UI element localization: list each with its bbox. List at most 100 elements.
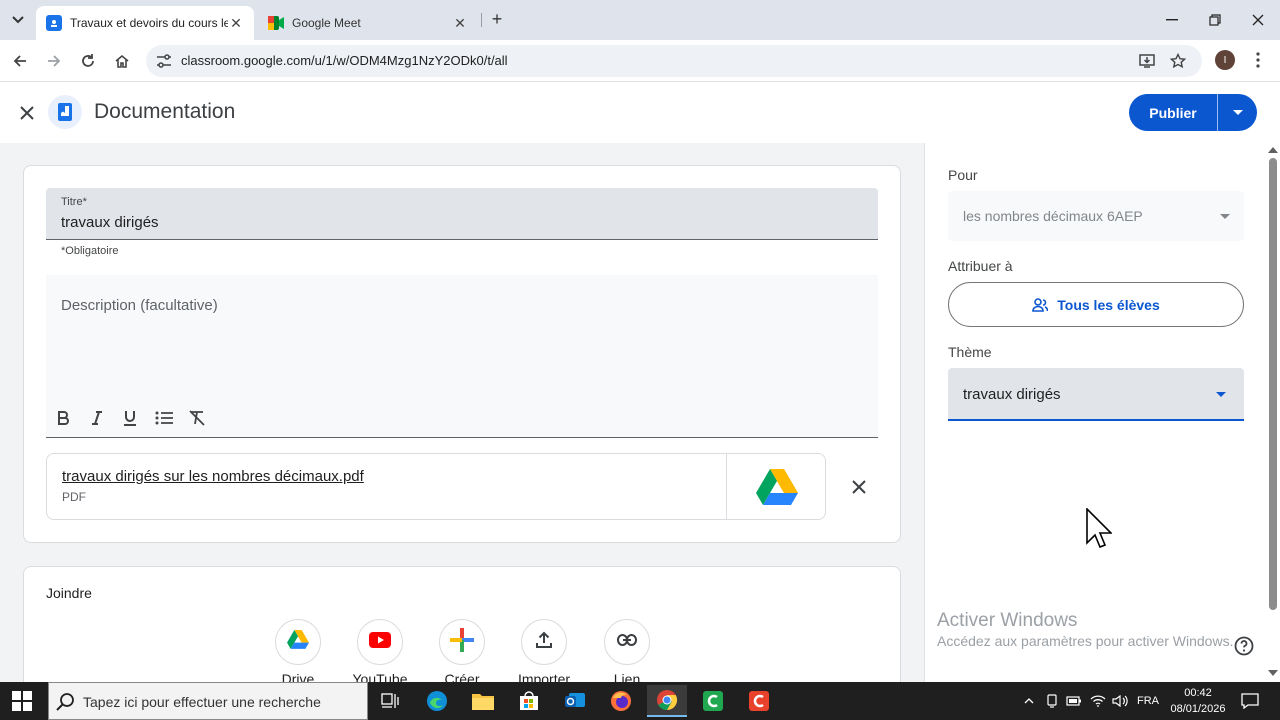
attach-link-button[interactable] (604, 619, 650, 665)
new-tab-plus-icon[interactable]: + (486, 8, 508, 30)
bookmark-star-icon[interactable] (1168, 51, 1188, 71)
url-text[interactable]: classroom.google.com/u/1/w/ODM4Mzg1NzY2O… (181, 53, 508, 68)
tab-close-icon[interactable]: ✕ (228, 15, 244, 32)
attach-youtube-label: YouTube (352, 671, 408, 682)
taskbar-clock[interactable]: 00:42 08/01/2026 (1166, 685, 1230, 717)
scroll-down-arrow-icon[interactable] (1268, 670, 1278, 676)
tab-search-chevron-icon[interactable] (6, 8, 30, 32)
app-header: Documentation Publier (0, 83, 1280, 143)
main-content: Titre* travaux dirigés *Obligatoire Desc… (0, 143, 924, 682)
wifi-icon[interactable] (1088, 682, 1108, 720)
camtasia-green-icon[interactable] (693, 685, 733, 717)
restore-icon[interactable] (1193, 0, 1237, 40)
assign-label: Attribuer à (948, 258, 1013, 274)
mail-icon[interactable] (555, 685, 595, 717)
attach-upload-button[interactable] (521, 619, 567, 665)
firefox-icon[interactable] (601, 685, 641, 717)
chrome-icon[interactable] (647, 685, 687, 717)
clear-formatting-icon[interactable] (185, 406, 209, 430)
attach-create-button[interactable] (439, 619, 485, 665)
file-explorer-icon[interactable] (463, 685, 503, 717)
mouse-cursor-icon (1086, 507, 1113, 553)
site-settings-icon[interactable] (154, 51, 174, 71)
google-drive-icon (287, 629, 309, 655)
microsoft-store-icon[interactable] (509, 685, 549, 717)
theme-select[interactable]: travaux dirigés (948, 368, 1244, 421)
attachment-type: PDF (62, 490, 86, 504)
title-input[interactable]: Titre* travaux dirigés (46, 188, 878, 240)
assign-students-label: Tous les élèves (1057, 296, 1160, 313)
attach-drive-button[interactable] (275, 619, 321, 665)
tab-close-icon[interactable]: ✕ (452, 15, 468, 32)
bold-icon[interactable] (51, 406, 75, 430)
publish-options-dropdown-icon[interactable] (1217, 94, 1257, 131)
volume-icon[interactable] (1110, 682, 1130, 720)
address-bar[interactable]: classroom.google.com/u/1/w/ODM4Mzg1NzY2O… (146, 45, 1202, 77)
edge-browser-icon[interactable] (417, 685, 457, 717)
browser-toolbar: classroom.google.com/u/1/w/ODM4Mzg1NzY2O… (0, 40, 1280, 82)
taskbar-search-placeholder: Tapez ici pour effectuer une recherche (83, 694, 321, 710)
tab-title: Google Meet (292, 16, 361, 30)
publish-button[interactable]: Publier (1129, 94, 1217, 131)
camtasia-red-icon[interactable] (739, 685, 779, 717)
attachment-name[interactable]: travaux dirigés sur les nombres décimaux… (62, 468, 364, 485)
windows-start-icon[interactable] (12, 691, 32, 711)
taskbar-search-input[interactable]: Tapez ici pour effectuer une recherche (48, 682, 368, 720)
reload-icon[interactable] (74, 47, 102, 75)
tab-classroom[interactable]: Travaux et devoirs du cours les nombres … (36, 6, 254, 40)
underline-icon[interactable] (118, 406, 142, 430)
notifications-icon[interactable] (1238, 682, 1262, 720)
create-plus-icon (450, 627, 474, 657)
title-value[interactable]: travaux dirigés (61, 214, 159, 231)
attach-link-label: Lien (613, 671, 641, 682)
material-icon (48, 95, 82, 129)
bulleted-list-icon[interactable] (152, 406, 176, 430)
attach-card: Joindre Drive YouTube Créer Importer Lie… (23, 566, 901, 682)
browser-menu-icon[interactable] (1250, 48, 1266, 72)
italic-icon[interactable] (85, 406, 109, 430)
profile-avatar[interactable]: I (1215, 50, 1235, 70)
description-input[interactable]: Description (facultative) (46, 275, 878, 438)
tab-title: Travaux et devoirs du cours les nombres … (70, 16, 228, 30)
for-label: Pour (948, 167, 978, 183)
activation-watermark-title: Activer Windows (937, 610, 1078, 631)
attach-youtube-button[interactable] (357, 619, 403, 665)
dropdown-caret-icon (1220, 214, 1230, 219)
dropdown-caret-icon (1216, 392, 1226, 397)
attach-drive-label: Drive (281, 671, 315, 682)
class-select[interactable]: les nombres décimaux 6AEP (948, 191, 1244, 241)
install-app-icon[interactable] (1137, 51, 1157, 71)
input-language[interactable]: FRA (1134, 682, 1162, 720)
clock-date: 08/01/2026 (1170, 703, 1226, 715)
tab-google-meet[interactable]: Google Meet ✕ (258, 6, 478, 40)
window-close-icon[interactable] (1236, 0, 1280, 40)
scrollbar-thumb[interactable] (1269, 158, 1277, 610)
back-arrow-icon[interactable] (6, 47, 34, 75)
people-icon (1032, 297, 1049, 312)
classroom-favicon-icon (46, 15, 62, 31)
attachment-card[interactable]: travaux dirigés sur les nombres décimaux… (46, 453, 826, 520)
help-icon[interactable] (1233, 635, 1255, 657)
description-placeholder: Description (facultative) (61, 297, 218, 314)
attach-upload-label: Importer (517, 671, 571, 682)
publish-button-group: Publier (1129, 94, 1257, 131)
assign-students-button[interactable]: Tous les élèves (948, 282, 1244, 327)
meet-favicon-icon (268, 15, 284, 31)
google-drive-icon (726, 454, 825, 519)
forward-arrow-icon[interactable] (40, 47, 68, 75)
task-view-icon[interactable] (370, 685, 410, 717)
scroll-up-arrow-icon[interactable] (1268, 147, 1278, 153)
close-icon[interactable] (14, 100, 40, 126)
home-icon[interactable] (108, 47, 136, 75)
upload-icon (536, 631, 552, 654)
battery-icon[interactable] (1064, 682, 1084, 720)
device-icon[interactable] (1042, 682, 1062, 720)
activation-watermark-text: Accédez aux paramètres pour activer Wind… (937, 633, 1234, 649)
show-hidden-icons-icon[interactable] (1019, 682, 1039, 720)
minimize-icon[interactable] (1150, 0, 1194, 40)
remove-attachment-icon[interactable] (846, 474, 872, 500)
page-title: Documentation (94, 100, 236, 123)
theme-label: Thème (948, 344, 992, 360)
required-note: *Obligatoire (61, 245, 119, 257)
tab-separator (481, 13, 482, 27)
